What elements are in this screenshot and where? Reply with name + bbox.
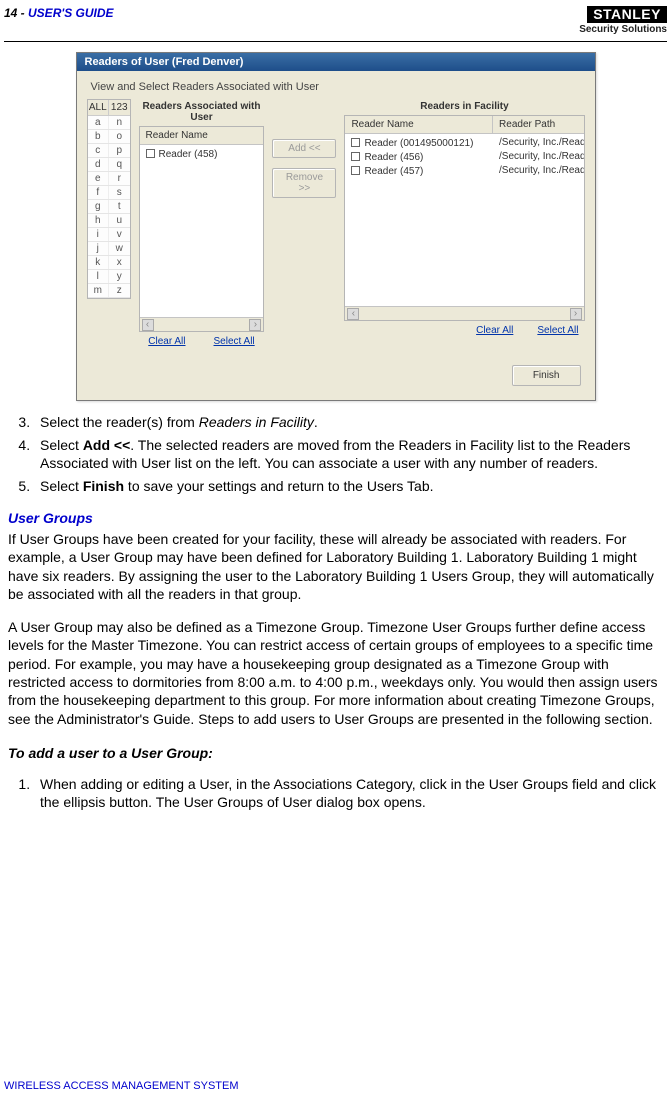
facility-panel: Readers in Facility Reader Name Reader P… [344,99,584,340]
alpha-all[interactable]: ALL [88,100,110,115]
alpha-123[interactable]: 123 [109,100,130,115]
alpha-cell[interactable]: q [109,158,130,171]
alpha-cell[interactable]: b [88,130,110,143]
col-reader-path[interactable]: Reader Path [493,116,583,133]
alpha-cell[interactable]: x [109,256,130,269]
alpha-cell[interactable]: d [88,158,110,171]
table-row[interactable]: Reader (458) [140,147,264,161]
finish-button[interactable]: Finish [512,365,581,386]
alpha-cell[interactable]: c [88,144,110,157]
remove-button[interactable]: Remove >> [272,168,336,198]
page-footer: WIRELESS ACCESS MANAGEMENT SYSTEM [4,1080,239,1092]
associated-title: Readers Associated with User [139,99,265,126]
scroll-left-icon[interactable]: ‹ [142,319,154,331]
cell-value: /Security, Inc./Read.. [493,164,583,178]
cell-value: /Security, Inc./Read.. [493,136,583,150]
checkbox-icon[interactable] [146,149,155,158]
alpha-cell[interactable]: e [88,172,110,185]
body-text: Select the reader(s) from Readers in Fac… [4,413,667,811]
table-row[interactable]: Reader (001495000121) /Security, Inc./Re… [345,136,583,150]
alpha-cell[interactable]: m [88,284,110,297]
alpha-cell[interactable]: h [88,214,110,227]
alpha-cell[interactable]: g [88,200,110,213]
scrollbar[interactable]: ‹› [140,317,264,331]
alpha-cell[interactable]: v [109,228,130,241]
dialog-titlebar: Readers of User (Fred Denver) [77,53,595,71]
alpha-cell[interactable]: j [88,242,110,255]
brand-name: STANLEY [587,6,667,23]
table-row[interactable]: Reader (456) /Security, Inc./Read.. [345,150,583,164]
section-add-user: To add a user to a User Group: [8,744,663,762]
alpha-cell[interactable]: w [109,242,130,255]
page-header: 14 - USER'S GUIDE STANLEY Security Solut… [4,6,667,39]
alpha-cell[interactable]: k [88,256,110,269]
cell-value: Reader (001495000121) [364,138,473,149]
step-5: Select Finish to save your settings and … [34,477,663,495]
paragraph: A User Group may also be defined as a Ti… [8,618,663,729]
add-step-1: When adding or editing a User, in the As… [34,775,663,812]
alpha-cell[interactable]: y [109,270,130,283]
alpha-cell[interactable]: l [88,270,110,283]
select-all-link[interactable]: Select All [537,325,578,336]
section-user-groups: User Groups [8,509,663,527]
step-3: Select the reader(s) from Readers in Fac… [34,413,663,431]
scroll-right-icon[interactable]: › [570,308,582,320]
paragraph: If User Groups have been created for you… [8,530,663,604]
brand-sub: Security Solutions [579,24,667,35]
readers-dialog: Readers of User (Fred Denver) View and S… [76,52,596,401]
checkbox-icon[interactable] [351,152,360,161]
scrollbar[interactable]: ‹› [345,306,583,320]
cell-value: Reader (458) [159,149,218,160]
alpha-cell[interactable]: f [88,186,110,199]
alpha-cell[interactable]: r [109,172,130,185]
col-reader-name[interactable]: Reader Name [140,127,264,144]
page-number: 14 - [4,6,28,20]
facility-title: Readers in Facility [344,99,584,115]
header-rule [4,41,667,42]
scroll-right-icon[interactable]: › [249,319,261,331]
dialog-subtitle: View and Select Readers Associated with … [77,71,595,99]
step-4: Select Add <<. The selected readers are … [34,436,663,473]
checkbox-icon[interactable] [351,166,360,175]
cell-value: Reader (456) [364,152,423,163]
transfer-buttons: Add << Remove >> [272,99,336,198]
alpha-cell[interactable]: o [109,130,130,143]
clear-all-link[interactable]: Clear All [148,336,185,347]
add-button[interactable]: Add << [272,139,336,158]
guide-title: USER'S GUIDE [28,6,114,20]
table-row[interactable]: Reader (457) /Security, Inc./Read.. [345,164,583,178]
select-all-link[interactable]: Select All [214,336,255,347]
checkbox-icon[interactable] [351,138,360,147]
alpha-cell[interactable]: a [88,116,110,129]
alpha-cell[interactable]: z [109,284,130,297]
col-reader-name[interactable]: Reader Name [345,116,493,133]
cell-value: Reader (457) [364,166,423,177]
alpha-cell[interactable]: n [109,116,130,129]
scroll-left-icon[interactable]: ‹ [347,308,359,320]
clear-all-link[interactable]: Clear All [476,325,513,336]
brand-logo: STANLEY Security Solutions [579,6,667,35]
alpha-cell[interactable]: p [109,144,130,157]
associated-panel: Readers Associated with User Reader Name… [139,99,265,351]
cell-value: /Security, Inc./Read.. [493,150,583,164]
alpha-cell[interactable]: s [109,186,130,199]
alpha-filter[interactable]: ALL 123 an bo cp dq er fs gt hu iv jw kx… [87,99,131,299]
alpha-cell[interactable]: u [109,214,130,227]
alpha-cell[interactable]: i [88,228,110,241]
alpha-cell[interactable]: t [109,200,130,213]
